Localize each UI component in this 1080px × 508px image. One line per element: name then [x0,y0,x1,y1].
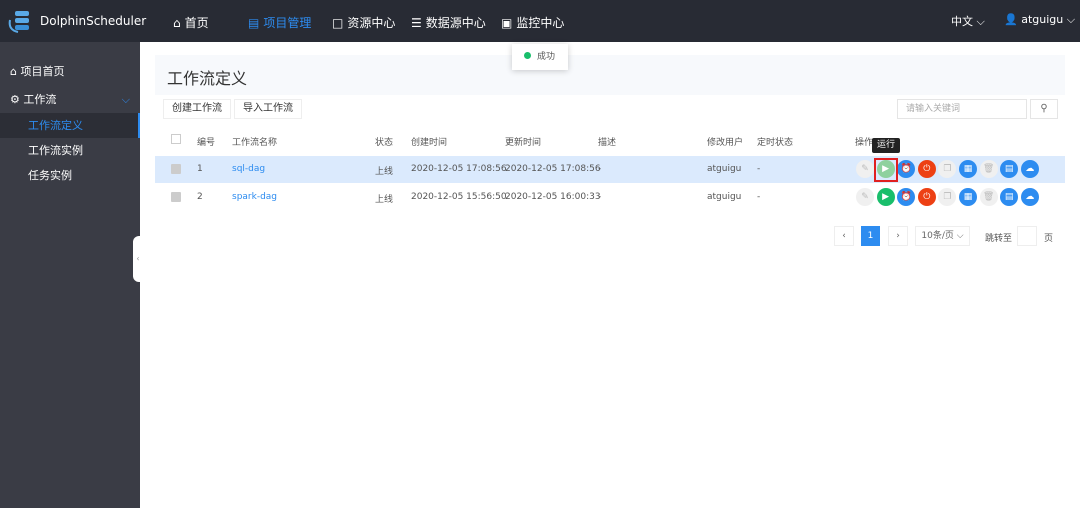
home-icon: ⌂ [173,15,181,30]
table-row: 2 spark-dag 上线 2020-12-05 15:56:50 2020-… [155,184,1065,211]
header-description: 描述 [598,138,617,148]
cell-created: 2020-12-05 15:56:50 [411,192,507,202]
header-operation: 操作 [855,138,874,148]
timer-icon[interactable]: ⏰ [897,188,916,206]
chevron-left-icon: ‹ [842,231,846,241]
cell-created: 2020-12-05 17:08:56 [411,164,507,174]
prev-page-button[interactable]: ‹ [834,226,854,246]
cell-updated: 2020-12-05 17:08:56 [505,164,601,174]
workflow-name-link[interactable]: sql-dag [232,164,265,174]
offline-icon[interactable]: ⏻ [917,188,936,206]
project-icon: ▤ [248,15,260,30]
gear-icon: ⚙ [10,93,20,106]
folder-icon: □ [332,15,344,30]
copy-icon[interactable]: ❐ [938,160,957,178]
sidebar-item-workflow[interactable]: ⚙ 工作流 ⌵ [0,87,140,112]
cell-description: - [598,192,602,202]
sidebar-item-project-home[interactable]: ⌂ 项目首页 [0,59,140,84]
search-input[interactable]: 请输入关键词 [897,99,1027,119]
row-checkbox[interactable] [171,164,181,174]
page-suffix: 页 [1044,234,1054,244]
page-header: 工作流定义 [155,55,1065,95]
cell-id: 2 [197,192,203,202]
cell-timing: - [757,164,761,174]
delete-icon[interactable]: 🗑 [979,160,998,178]
select-all-checkbox[interactable] [171,134,181,144]
nav-home[interactable]: ⌂ 首页 [173,14,209,31]
page-size-select[interactable]: 10条/页 ⌵ [915,226,970,246]
highlight-box [874,158,898,182]
user-icon: 👤 [1004,13,1018,26]
chevron-right-icon: › [896,231,900,241]
nav-monitor-center[interactable]: ▣ 监控中心 [501,14,564,31]
tree-view-icon[interactable]: ▦ [959,188,977,206]
row-checkbox[interactable] [171,192,181,202]
search-button[interactable]: ⚲ [1030,99,1058,119]
success-toast: 成功 [512,44,568,70]
sidebar-item-task-instance[interactable]: 任务实例 [0,163,140,188]
cell-id: 1 [197,164,203,174]
monitor-icon: ▣ [501,15,513,30]
create-workflow-button[interactable]: 创建工作流 [163,99,231,119]
jump-label: 跳转至 [985,234,1013,244]
cell-user: atguigu [707,192,742,202]
page-title: 工作流定义 [167,69,248,88]
search-icon: ⚲ [1040,103,1048,114]
cell-updated: 2020-12-05 16:00:33 [505,192,601,202]
chevron-down-icon: ⌵ [976,15,985,28]
dolphin-logo-icon [8,11,29,33]
database-icon: ☰ [411,15,422,30]
header-id: 编号 [197,138,216,148]
edit-icon[interactable]: ✎ [856,160,874,178]
sidebar-collapse-handle[interactable]: ‹ [133,236,143,282]
cell-description: - [598,164,602,174]
header-modified-user: 修改用户 [707,138,744,148]
home-icon: ⌂ [10,65,17,78]
edit-icon[interactable]: ✎ [856,188,874,206]
user-menu[interactable]: 👤 atguigu ⌵ [1004,13,1075,27]
import-workflow-button[interactable]: 导入工作流 [234,99,302,119]
sidebar: ⌂ 项目首页 ⚙ 工作流 ⌵ 工作流定义 工作流实例 任务实例 [0,42,140,508]
chevron-down-icon: ⌵ [956,231,964,241]
offline-icon[interactable]: ⏻ [917,160,936,178]
header-updated: 更新时间 [505,138,542,148]
upload-icon[interactable]: ☁ [1020,160,1039,178]
workflow-name-link[interactable]: spark-dag [232,192,277,202]
jump-page-input[interactable] [1017,226,1037,246]
delete-icon[interactable]: 🗑 [979,188,998,206]
sidebar-item-workflow-definition[interactable]: 工作流定义 [0,113,140,138]
chevron-down-icon: ⌵ [1066,13,1076,26]
header-timing-status: 定时状态 [757,138,794,148]
run-icon[interactable]: ▶ [876,188,895,206]
chevron-down-icon: ⌵ [121,93,130,106]
run-tooltip: 运行 [872,138,900,153]
top-nav-bar: DolphinScheduler ⌂ 首页 ▤ 项目管理 □ 资源中心 ☰ 数据源中心 … [0,0,1080,42]
nav-resource-center[interactable]: □ 资源中心 [332,14,395,31]
nav-project-management[interactable]: ▤ 项目管理 [248,14,311,31]
cell-timing: - [757,192,761,202]
cell-user: atguigu [707,164,742,174]
next-page-button[interactable]: › [888,226,908,246]
tree-view-icon[interactable]: ▦ [959,160,977,178]
export-icon[interactable]: ▤ [1000,160,1019,178]
header-status: 状态 [375,138,394,148]
export-icon[interactable]: ▤ [1000,188,1019,206]
cell-status: 上线 [375,195,394,205]
timer-icon[interactable]: ⏰ [897,160,916,178]
language-select[interactable]: 中文 ⌵ [951,13,985,29]
copy-icon[interactable]: ❐ [938,188,957,206]
page-1-button[interactable]: 1 [861,226,880,246]
table-row: 1 sql-dag 上线 2020-12-05 17:08:56 2020-12… [155,156,1065,183]
nav-datasource-center[interactable]: ☰ 数据源中心 [411,14,486,31]
upload-icon[interactable]: ☁ [1020,188,1039,206]
success-icon [524,52,531,59]
sidebar-item-workflow-instance[interactable]: 工作流实例 [0,138,140,163]
cell-status: 上线 [375,167,394,177]
header-created: 创建时间 [411,138,448,148]
brand-name: DolphinScheduler [40,14,147,28]
header-name: 工作流名称 [232,138,278,148]
